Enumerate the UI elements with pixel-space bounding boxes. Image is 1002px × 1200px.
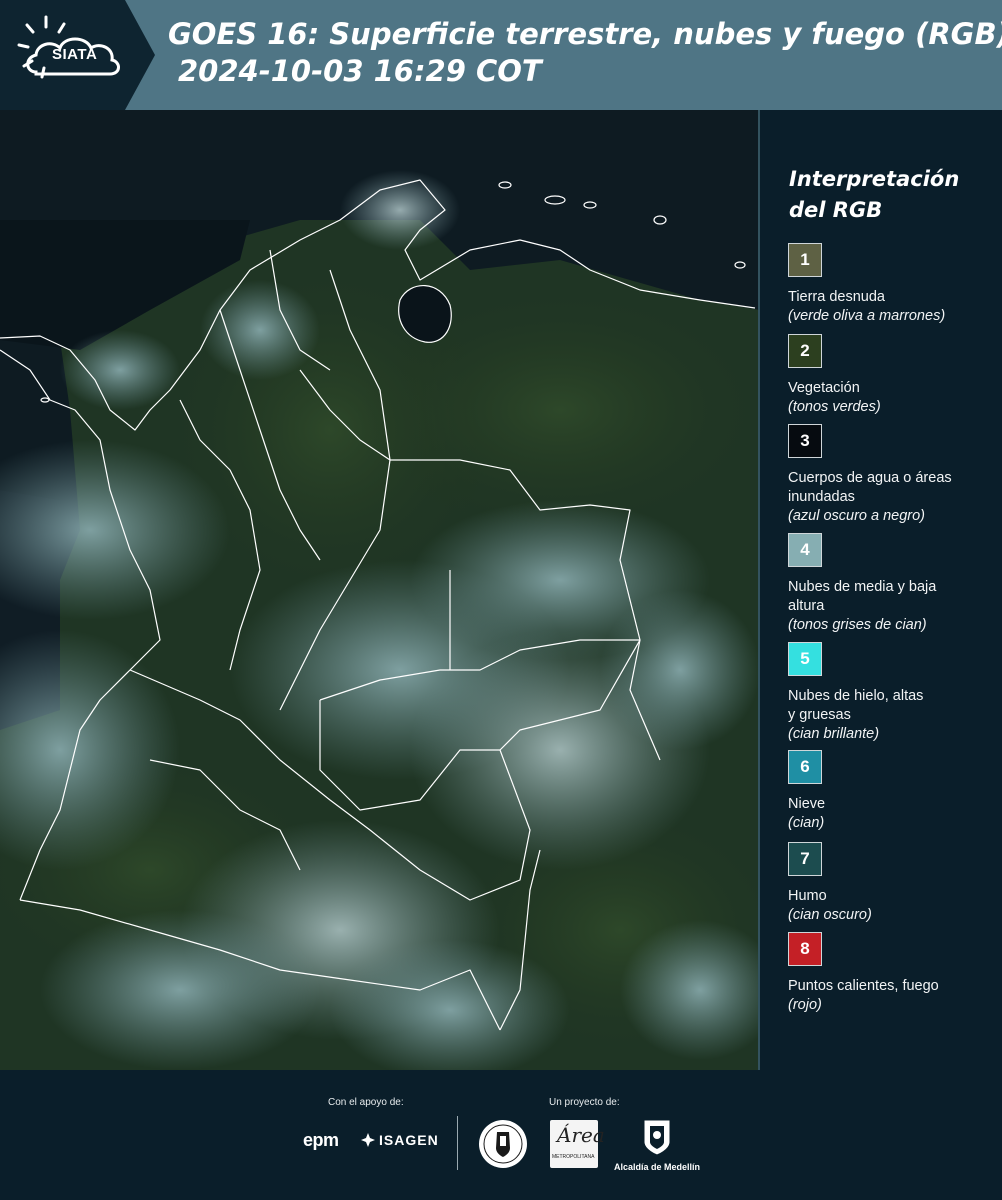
alcaldia-logo-text: Alcaldía de Medellín xyxy=(613,1162,701,1172)
footer-divider xyxy=(457,1116,458,1170)
header: SIATA GOES 16: Superficie terrestre, nub… xyxy=(0,0,1002,110)
siata-logo[interactable]: SIATA xyxy=(0,0,155,110)
legend-swatch: 5 xyxy=(788,642,822,676)
rgb-legend: Interpretación del RGB 1 Tierra desnuda … xyxy=(762,110,1002,1070)
area-logo-subtext: METROPOLITANA xyxy=(552,1154,595,1160)
legend-label: Nubes de hielo, altas y gruesas xyxy=(788,688,924,723)
legend-number: 4 xyxy=(800,540,810,559)
university-seal-logo[interactable] xyxy=(477,1118,529,1174)
page-title: GOES 16: Superficie terrestre, nubes y f… xyxy=(168,16,1002,90)
legend-item-7: 7 Humo (cian oscuro) xyxy=(788,842,998,925)
legend-note: (tonos verdes) xyxy=(788,399,881,415)
legend-label: Vegetación xyxy=(788,380,860,396)
project-label: Un proyecto de: xyxy=(549,1097,620,1108)
legend-item-1: 1 Tierra desnuda (verde oliva a marrones… xyxy=(788,243,998,326)
legend-number: 2 xyxy=(800,341,810,360)
isagen-logo-text: ISAGEN xyxy=(379,1132,439,1148)
legend-number: 6 xyxy=(800,757,810,776)
area-logo-text: Área xyxy=(557,1123,605,1147)
coat-of-arms-icon xyxy=(643,1119,671,1156)
legend-swatch: 3 xyxy=(788,424,822,458)
footer: Con el apoyo de: Un proyecto de: epm ISA… xyxy=(0,1070,1002,1200)
epm-logo[interactable]: epm xyxy=(303,1130,339,1151)
satellite-image xyxy=(0,110,758,1070)
legend-note: (azul oscuro a negro) xyxy=(788,508,926,524)
legend-number: 7 xyxy=(800,849,810,868)
legend-label: Tierra desnuda xyxy=(788,289,885,305)
legend-label: Nieve xyxy=(788,796,826,812)
legend-item-5: 5 Nubes de hielo, altas y gruesas (cian … xyxy=(788,642,998,744)
title-product: GOES 16: Superficie terrestre, nubes y f… xyxy=(168,17,1002,51)
legend-label: Cuerpos de agua o áreas inundadas xyxy=(788,470,952,505)
legend-note: (tonos grises de cian) xyxy=(788,617,927,633)
legend-note: (rojo) xyxy=(788,997,822,1013)
legend-label: Puntos calientes, fuego xyxy=(788,978,939,994)
legend-swatch: 4 xyxy=(788,533,822,567)
legend-note: (cian) xyxy=(788,815,825,831)
legend-item-8: 8 Puntos calientes, fuego (rojo) xyxy=(788,932,998,1015)
legend-item-6: 6 Nieve (cian) xyxy=(788,750,998,833)
legend-note: (cian oscuro) xyxy=(788,907,872,923)
legend-title-line2: del RGB xyxy=(789,198,883,222)
legend-number: 3 xyxy=(800,431,810,450)
legend-number: 5 xyxy=(800,649,810,668)
legend-title-line1: Interpretación xyxy=(789,167,960,191)
legend-item-4: 4 Nubes de media y baja altura (tonos gr… xyxy=(788,533,998,635)
legend-note: (cian brillante) xyxy=(788,726,880,742)
satellite-map[interactable] xyxy=(0,110,760,1070)
legend-number: 1 xyxy=(800,250,810,269)
alcaldia-medellin-logo[interactable]: Alcaldía de Medellín xyxy=(612,1118,702,1172)
legend-label: Humo xyxy=(788,888,827,904)
legend-swatch: 7 xyxy=(788,842,822,876)
legend-swatch: 1 xyxy=(788,243,822,277)
legend-swatch: 8 xyxy=(788,932,822,966)
title-datetime: 2024-10-03 16:29 COT xyxy=(178,54,542,88)
epm-logo-text: epm xyxy=(303,1130,339,1150)
siata-logo-text: SIATA xyxy=(52,46,98,63)
legend-swatch: 2 xyxy=(788,334,822,368)
legend-item-3: 3 Cuerpos de agua o áreas inundadas (azu… xyxy=(788,424,998,526)
area-metropolitana-logo[interactable]: Área METROPOLITANA xyxy=(550,1120,605,1168)
seal-icon xyxy=(479,1120,527,1168)
isagen-logo[interactable]: ISAGEN xyxy=(360,1132,439,1148)
support-label: Con el apoyo de: xyxy=(328,1097,404,1108)
legend-label: Nubes de media y baja altura xyxy=(788,579,937,614)
legend-number: 8 xyxy=(800,939,810,958)
legend-item-2: 2 Vegetación (tonos verdes) xyxy=(788,334,998,417)
legend-swatch: 6 xyxy=(788,750,822,784)
legend-note: (verde oliva a marrones) xyxy=(788,308,946,324)
legend-title: Interpretación del RGB xyxy=(789,164,959,226)
isagen-mark-icon xyxy=(361,1133,375,1147)
